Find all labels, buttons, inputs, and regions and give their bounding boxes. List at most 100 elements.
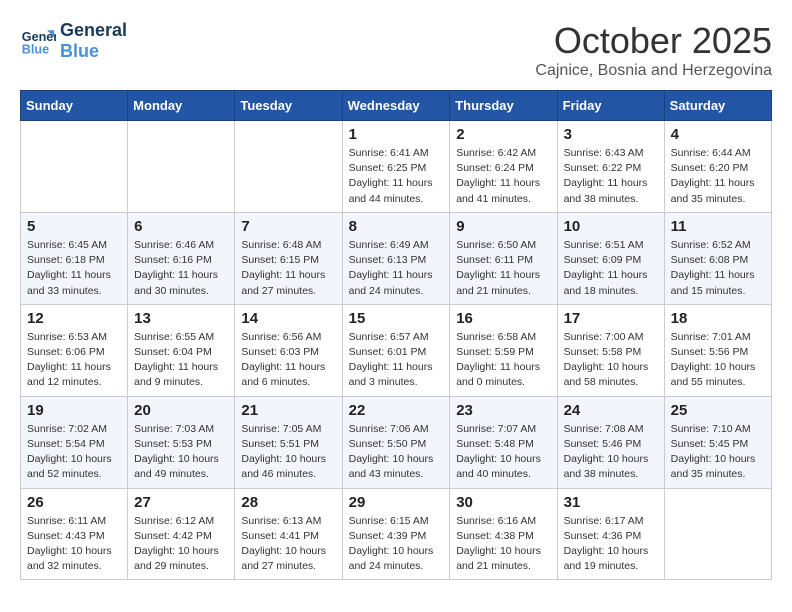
calendar-cell: 20Sunrise: 7:03 AM Sunset: 5:53 PM Dayli… [128, 396, 235, 488]
calendar-cell: 1 Sunrise: 6:41 AM Sunset: 6:25 PM Daylig… [342, 121, 450, 213]
day-info: Sunrise: 6:44 AM Sunset: 6:20 PM Dayligh… [671, 146, 765, 207]
day-number: 22 [349, 402, 444, 419]
calendar-cell: 16Sunrise: 6:58 AM Sunset: 5:59 PM Dayli… [450, 304, 557, 396]
calendar-cell: 15 Sunrise: 6:57 AM Sunset: 6:01 PM Dayli… [342, 304, 450, 396]
day-info: Sunrise: 7:10 AM Sunset: 5:45 PM Dayligh… [671, 422, 765, 483]
week-row-2: 5Sunrise: 6:45 AM Sunset: 6:18 PM Daylig… [21, 212, 772, 304]
calendar-cell: 23Sunrise: 7:07 AM Sunset: 5:48 PM Dayli… [450, 396, 557, 488]
day-info: Sunrise: 7:06 AM Sunset: 5:50 PM Dayligh… [349, 422, 444, 483]
day-info: Sunrise: 6:55 AM Sunset: 6:04 PM Dayligh… [134, 330, 228, 391]
weekday-header-friday: Friday [557, 91, 664, 121]
day-number: 14 [241, 310, 335, 327]
month-title: October 2025 [535, 20, 772, 62]
day-number: 3 [564, 126, 658, 143]
calendar-cell [664, 488, 771, 580]
weekday-header-saturday: Saturday [664, 91, 771, 121]
weekday-header-monday: Monday [128, 91, 235, 121]
calendar-cell: 11Sunrise: 6:52 AM Sunset: 6:08 PM Dayli… [664, 212, 771, 304]
day-info: Sunrise: 6:50 AM Sunset: 6:11 PM Dayligh… [456, 238, 550, 299]
day-number: 25 [671, 402, 765, 419]
day-number: 27 [134, 494, 228, 511]
day-info: Sunrise: 6:12 AM Sunset: 4:42 PM Dayligh… [134, 514, 228, 575]
day-number: 21 [241, 402, 335, 419]
day-info: Sunrise: 7:05 AM Sunset: 5:51 PM Dayligh… [241, 422, 335, 483]
weekday-header-tuesday: Tuesday [235, 91, 342, 121]
calendar-cell [235, 121, 342, 213]
calendar-cell: 22 Sunrise: 7:06 AM Sunset: 5:50 PM Dayli… [342, 396, 450, 488]
calendar-cell: 5Sunrise: 6:45 AM Sunset: 6:18 PM Daylig… [21, 212, 128, 304]
calendar-cell: 3 Sunrise: 6:43 AM Sunset: 6:22 PM Daylig… [557, 121, 664, 213]
calendar-cell [128, 121, 235, 213]
day-number: 7 [241, 218, 335, 235]
day-number: 17 [564, 310, 658, 327]
day-number: 28 [241, 494, 335, 511]
weekday-header-wednesday: Wednesday [342, 91, 450, 121]
day-number: 19 [27, 402, 121, 419]
calendar-cell: 14 Sunrise: 6:56 AM Sunset: 6:03 PM Dayli… [235, 304, 342, 396]
calendar-cell: 6Sunrise: 6:46 AM Sunset: 6:16 PM Daylig… [128, 212, 235, 304]
calendar-cell: 24Sunrise: 7:08 AM Sunset: 5:46 PM Dayli… [557, 396, 664, 488]
day-number: 26 [27, 494, 121, 511]
day-info: Sunrise: 6:57 AM Sunset: 6:01 PM Dayligh… [349, 330, 444, 391]
calendar-cell: 31Sunrise: 6:17 AM Sunset: 4:36 PM Dayli… [557, 488, 664, 580]
logo-blue: Blue [60, 41, 127, 62]
calendar-cell: 25 Sunrise: 7:10 AM Sunset: 5:45 PM Dayli… [664, 396, 771, 488]
day-info: Sunrise: 6:49 AM Sunset: 6:13 PM Dayligh… [349, 238, 444, 299]
day-number: 8 [349, 218, 444, 235]
day-info: Sunrise: 6:16 AM Sunset: 4:38 PM Dayligh… [456, 514, 550, 575]
day-number: 6 [134, 218, 228, 235]
day-info: Sunrise: 7:03 AM Sunset: 5:53 PM Dayligh… [134, 422, 228, 483]
logo-icon: General Blue [20, 23, 56, 59]
day-number: 2 [456, 126, 550, 143]
day-info: Sunrise: 6:42 AM Sunset: 6:24 PM Dayligh… [456, 146, 550, 207]
day-number: 10 [564, 218, 658, 235]
day-info: Sunrise: 6:53 AM Sunset: 6:06 PM Dayligh… [27, 330, 121, 391]
calendar-cell: 27 Sunrise: 6:12 AM Sunset: 4:42 PM Dayli… [128, 488, 235, 580]
calendar-cell: 19 Sunrise: 7:02 AM Sunset: 5:54 PM Dayli… [21, 396, 128, 488]
calendar-cell: 9 Sunrise: 6:50 AM Sunset: 6:11 PM Daylig… [450, 212, 557, 304]
day-number: 18 [671, 310, 765, 327]
day-number: 1 [349, 126, 444, 143]
logo-general: General [60, 20, 127, 41]
day-info: Sunrise: 6:51 AM Sunset: 6:09 PM Dayligh… [564, 238, 658, 299]
day-info: Sunrise: 6:13 AM Sunset: 4:41 PM Dayligh… [241, 514, 335, 575]
week-row-5: 26 Sunrise: 6:11 AM Sunset: 4:43 PM Dayli… [21, 488, 772, 580]
calendar-cell: 21 Sunrise: 7:05 AM Sunset: 5:51 PM Dayli… [235, 396, 342, 488]
calendar-cell: 30 Sunrise: 6:16 AM Sunset: 4:38 PM Dayli… [450, 488, 557, 580]
day-info: Sunrise: 6:56 AM Sunset: 6:03 PM Dayligh… [241, 330, 335, 391]
day-info: Sunrise: 7:00 AM Sunset: 5:58 PM Dayligh… [564, 330, 658, 391]
calendar-cell: 8 Sunrise: 6:49 AM Sunset: 6:13 PM Daylig… [342, 212, 450, 304]
day-number: 31 [564, 494, 658, 511]
weekday-header-sunday: Sunday [21, 91, 128, 121]
day-info: Sunrise: 6:41 AM Sunset: 6:25 PM Dayligh… [349, 146, 444, 207]
day-info: Sunrise: 7:01 AM Sunset: 5:56 PM Dayligh… [671, 330, 765, 391]
calendar-cell: 7Sunrise: 6:48 AM Sunset: 6:15 PM Daylig… [235, 212, 342, 304]
week-row-3: 12Sunrise: 6:53 AM Sunset: 6:06 PM Dayli… [21, 304, 772, 396]
day-number: 4 [671, 126, 765, 143]
calendar-cell: 17 Sunrise: 7:00 AM Sunset: 5:58 PM Dayli… [557, 304, 664, 396]
calendar-cell: 29Sunrise: 6:15 AM Sunset: 4:39 PM Dayli… [342, 488, 450, 580]
location-subtitle: Cajnice, Bosnia and Herzegovina [535, 62, 772, 80]
day-number: 15 [349, 310, 444, 327]
day-info: Sunrise: 6:11 AM Sunset: 4:43 PM Dayligh… [27, 514, 121, 575]
weekday-header-row: SundayMondayTuesdayWednesdayThursdayFrid… [21, 91, 772, 121]
day-number: 9 [456, 218, 550, 235]
title-block: October 2025 Cajnice, Bosnia and Herzego… [535, 20, 772, 80]
calendar-cell: 26 Sunrise: 6:11 AM Sunset: 4:43 PM Dayli… [21, 488, 128, 580]
day-number: 13 [134, 310, 228, 327]
day-info: Sunrise: 6:52 AM Sunset: 6:08 PM Dayligh… [671, 238, 765, 299]
day-info: Sunrise: 7:02 AM Sunset: 5:54 PM Dayligh… [27, 422, 121, 483]
day-number: 30 [456, 494, 550, 511]
calendar-cell: 4 Sunrise: 6:44 AM Sunset: 6:20 PM Daylig… [664, 121, 771, 213]
weekday-header-thursday: Thursday [450, 91, 557, 121]
calendar-cell: 18 Sunrise: 7:01 AM Sunset: 5:56 PM Dayli… [664, 304, 771, 396]
calendar-table: SundayMondayTuesdayWednesdayThursdayFrid… [20, 90, 772, 580]
svg-text:Blue: Blue [22, 43, 49, 57]
calendar-cell: 28 Sunrise: 6:13 AM Sunset: 4:41 PM Dayli… [235, 488, 342, 580]
calendar-cell [21, 121, 128, 213]
day-number: 29 [349, 494, 444, 511]
logo: General Blue General Blue [20, 20, 127, 62]
day-info: Sunrise: 6:43 AM Sunset: 6:22 PM Dayligh… [564, 146, 658, 207]
day-number: 16 [456, 310, 550, 327]
day-info: Sunrise: 7:07 AM Sunset: 5:48 PM Dayligh… [456, 422, 550, 483]
